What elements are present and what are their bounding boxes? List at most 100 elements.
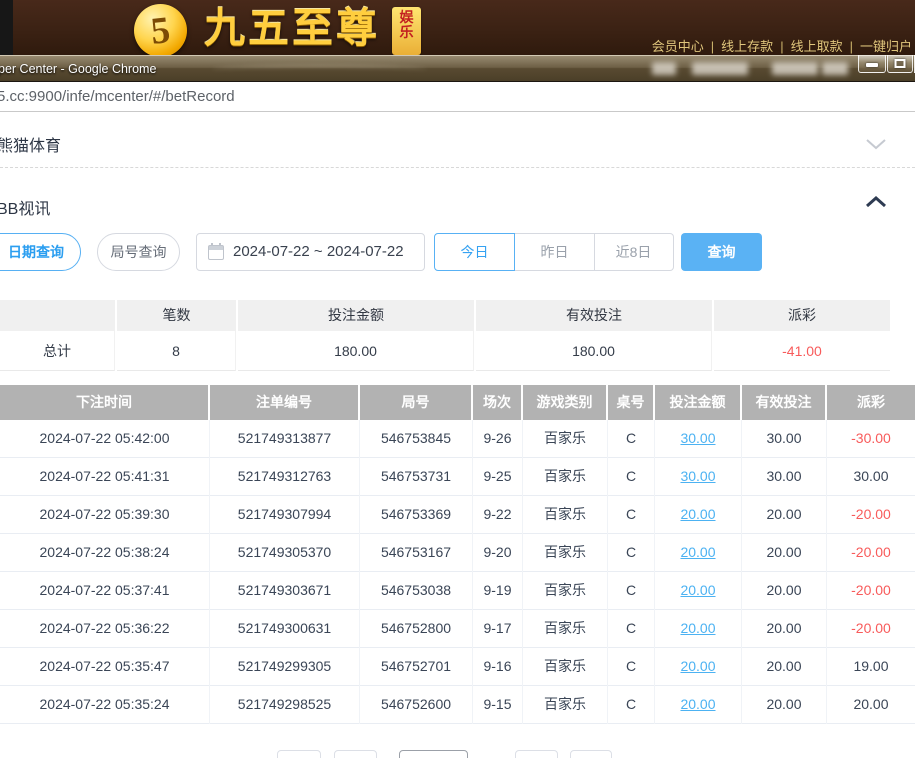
bet-amount-link[interactable]: 20.00 [680, 620, 715, 636]
redacted-user-info [692, 62, 748, 75]
summary-value-cell: 8 [117, 331, 236, 371]
bet-table-body: 2024-07-22 05:42:00521749313877546753845… [0, 420, 915, 724]
table-cell: 9-16 [473, 648, 523, 686]
last-8-days-button[interactable]: 近8日 [594, 233, 674, 271]
bet-amount-link-cell: 20.00 [655, 534, 742, 572]
bet-amount-link-cell: 20.00 [655, 496, 742, 534]
column-header: 有效投注 [742, 385, 827, 420]
chevron-down-icon[interactable] [865, 138, 887, 150]
badge-char-1: 娱 [400, 10, 414, 25]
site-banner: 5 九五至尊 娱 乐 会员中心|线上存款|线上取款|一键归户 [0, 0, 915, 55]
section-bb-video-label: BB视讯 [0, 195, 50, 219]
table-cell: 百家乐 [523, 496, 608, 534]
payout-cell: 20.00 [827, 686, 915, 724]
table-cell: 百家乐 [523, 420, 608, 458]
table-cell: 2024-07-22 05:42:00 [0, 420, 210, 458]
table-cell: 2024-07-22 05:37:41 [0, 572, 210, 610]
table-row: 2024-07-22 05:39:30521749307994546753369… [0, 496, 915, 534]
bet-amount-link[interactable]: 20.00 [680, 506, 715, 522]
table-cell: 546753845 [360, 420, 473, 458]
pagination-button[interactable] [570, 750, 612, 758]
payout-cell: -20.00 [827, 610, 915, 648]
table-cell: 546752800 [360, 610, 473, 648]
logo-number: 5 [149, 11, 172, 51]
minimize-button[interactable] [858, 55, 886, 73]
payout-cell: -20.00 [827, 534, 915, 572]
table-row: 2024-07-22 05:35:47521749299305546752701… [0, 648, 915, 686]
nav-link-1[interactable]: 线上存款 [721, 39, 773, 54]
table-cell: 20.00 [742, 648, 827, 686]
banner-nav: 会员中心|线上存款|线上取款|一键归户 [652, 36, 912, 55]
bet-amount-link[interactable]: 20.00 [680, 544, 715, 560]
bet-amount-link[interactable]: 20.00 [680, 658, 715, 674]
column-header: 桌号 [608, 385, 655, 420]
search-button[interactable]: 查询 [681, 233, 762, 271]
section-bb-video[interactable]: BB视讯 [0, 169, 915, 228]
calendar-icon [208, 245, 224, 260]
column-header: 投注金额 [655, 385, 742, 420]
table-cell: 2024-07-22 05:36:22 [0, 610, 210, 648]
table-cell: 百家乐 [523, 610, 608, 648]
pagination-button[interactable] [515, 750, 558, 758]
nav-link-3[interactable]: 一键归户 [860, 39, 912, 54]
bet-amount-link[interactable]: 20.00 [680, 582, 715, 598]
date-range-input[interactable]: 2024-07-22 ~ 2024-07-22 [196, 233, 425, 271]
table-cell: 2024-07-22 05:39:30 [0, 496, 210, 534]
nav-link-2[interactable]: 线上取款 [791, 39, 843, 54]
table-cell: 20.00 [742, 572, 827, 610]
table-cell: 521749307994 [210, 496, 360, 534]
nav-separator: | [850, 39, 853, 54]
bet-amount-link-cell: 30.00 [655, 458, 742, 496]
summary-header-cell: 投注金额 [238, 300, 474, 331]
nav-link-0[interactable]: 会员中心 [652, 39, 704, 54]
round-query-tab[interactable]: 局号查询 [97, 233, 180, 271]
section-panda-sports[interactable]: 熊猫体育 [0, 112, 915, 168]
payout-cell: 30.00 [827, 458, 915, 496]
table-cell: 546753038 [360, 572, 473, 610]
table-row: 2024-07-22 05:37:41521749303671546753038… [0, 572, 915, 610]
payout-cell: 19.00 [827, 648, 915, 686]
chevron-up-icon[interactable] [865, 196, 887, 208]
column-header: 派彩 [827, 385, 915, 420]
table-cell: 521749312763 [210, 458, 360, 496]
table-cell: C [608, 610, 655, 648]
table-cell: 521749313877 [210, 420, 360, 458]
section-panda-sports-label: 熊猫体育 [0, 132, 61, 156]
table-cell: 2024-07-22 05:38:24 [0, 534, 210, 572]
table-row: 2024-07-22 05:35:24521749298525546752600… [0, 686, 915, 724]
browser-url-bar[interactable]: 5.cc:9900/infe/mcenter/#/betRecord [0, 82, 915, 112]
table-cell: 521749298525 [210, 686, 360, 724]
pagination-button[interactable] [277, 750, 321, 758]
nav-separator: | [711, 39, 714, 54]
pagination-button[interactable] [399, 750, 468, 758]
today-button[interactable]: 今日 [434, 233, 515, 271]
table-cell: 30.00 [742, 458, 827, 496]
table-cell: 546753167 [360, 534, 473, 572]
table-cell: 546753731 [360, 458, 473, 496]
table-cell: C [608, 648, 655, 686]
table-cell: 百家乐 [523, 648, 608, 686]
column-header: 游戏类别 [523, 385, 608, 420]
payout-cell: -30.00 [827, 420, 915, 458]
table-cell: C [608, 458, 655, 496]
table-cell: 9-15 [473, 686, 523, 724]
table-row: 2024-07-22 05:41:31521749312763546753731… [0, 458, 915, 496]
logo-5-icon: 5 [134, 4, 187, 57]
column-header: 注单编号 [210, 385, 360, 420]
yesterday-button[interactable]: 昨日 [514, 233, 595, 271]
column-header: 局号 [360, 385, 473, 420]
table-cell: 2024-07-22 05:35:47 [0, 648, 210, 686]
bet-amount-link[interactable]: 30.00 [680, 468, 715, 484]
maximize-button[interactable] [887, 55, 913, 73]
site-logo-title: 九五至尊 [204, 6, 380, 51]
table-cell: 20.00 [742, 610, 827, 648]
column-header: 下注时间 [0, 385, 210, 420]
table-cell: C [608, 572, 655, 610]
pagination-button[interactable] [334, 750, 377, 758]
bet-amount-link[interactable]: 20.00 [680, 696, 715, 712]
table-cell: 546752600 [360, 686, 473, 724]
table-cell: 20.00 [742, 686, 827, 724]
date-query-tab[interactable]: 日期查询 [0, 233, 81, 271]
bet-amount-link[interactable]: 30.00 [680, 430, 715, 446]
table-cell: 百家乐 [523, 572, 608, 610]
